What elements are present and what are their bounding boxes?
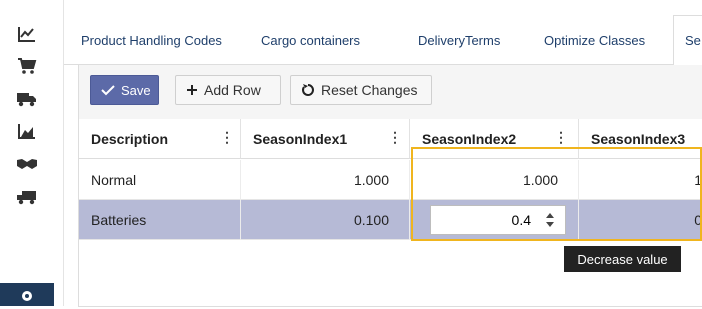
tab-delivery-terms[interactable]: DeliveryTerms [418,33,500,48]
tab-product-handling-codes[interactable]: Product Handling Codes [81,33,222,48]
tab-optimize-classes[interactable]: Optimize Classes [544,33,645,48]
reset-changes-button[interactable]: Reset Changes [290,75,432,105]
check-icon [101,84,115,96]
cell-seasonindex3[interactable]: 1 [579,160,702,200]
area-chart-icon[interactable] [14,119,40,143]
column-menu-icon[interactable]: ⋮ [554,129,568,146]
cell-description[interactable]: Batteries [79,200,241,240]
grid-toolbar: Save Add Row Reset Changes [79,65,702,120]
add-row-label: Add Row [204,82,261,98]
reset-changes-label: Reset Changes [321,82,418,98]
spinner[interactable] [543,210,557,230]
cell-description[interactable]: Normal [79,160,241,200]
handshake-icon[interactable] [14,152,40,176]
truck-icon[interactable] [14,87,40,111]
reset-icon [301,83,315,97]
column-header-description[interactable]: Description ⋮ [79,119,241,159]
cell-seasonindex3[interactable]: 0 [579,200,702,240]
save-button[interactable]: Save [90,75,159,105]
cell-seasonindex1[interactable]: 1.000 [241,160,410,200]
tab-season-label: Se [685,33,701,48]
tooltip: Decrease value [564,246,681,272]
add-row-button[interactable]: Add Row [175,75,281,105]
sidebar [0,0,64,306]
column-header-label: SeasonIndex3 [591,131,686,147]
delivery-truck-icon[interactable] [14,185,40,209]
column-header-seasonindex2[interactable]: SeasonIndex2 ⋮ [410,119,579,159]
column-menu-icon[interactable]: ⋮ [388,129,402,146]
column-header-label: Description [91,131,169,147]
save-label: Save [121,82,151,98]
column-header-seasonindex3[interactable]: SeasonIndex3 [579,119,702,159]
cell-seasonindex2[interactable]: 1.000 [410,160,579,200]
trend-chart-icon[interactable] [14,22,40,46]
column-header-label: SeasonIndex2 [422,131,517,147]
column-menu-icon[interactable]: ⋮ [220,129,234,146]
sidebar-active-item[interactable] [0,283,54,306]
numeric-input[interactable] [431,206,535,234]
column-header-label: SeasonIndex1 [253,131,348,147]
spinner-arrows-icon[interactable] [543,210,557,230]
cell-seasonindex1[interactable]: 0.100 [241,200,410,240]
tab-season-active[interactable]: Se [673,15,702,67]
numeric-editor[interactable] [430,205,566,235]
column-header-seasonindex1[interactable]: SeasonIndex1 ⋮ [241,119,410,159]
table-row[interactable]: Normal 1.000 1.000 1 [79,160,702,200]
tab-cargo-containers[interactable]: Cargo containers [261,33,360,48]
shopping-cart-icon[interactable] [14,54,40,78]
table-row-selected[interactable]: Batteries 0.100 0 [79,200,702,240]
plus-icon [186,84,198,96]
